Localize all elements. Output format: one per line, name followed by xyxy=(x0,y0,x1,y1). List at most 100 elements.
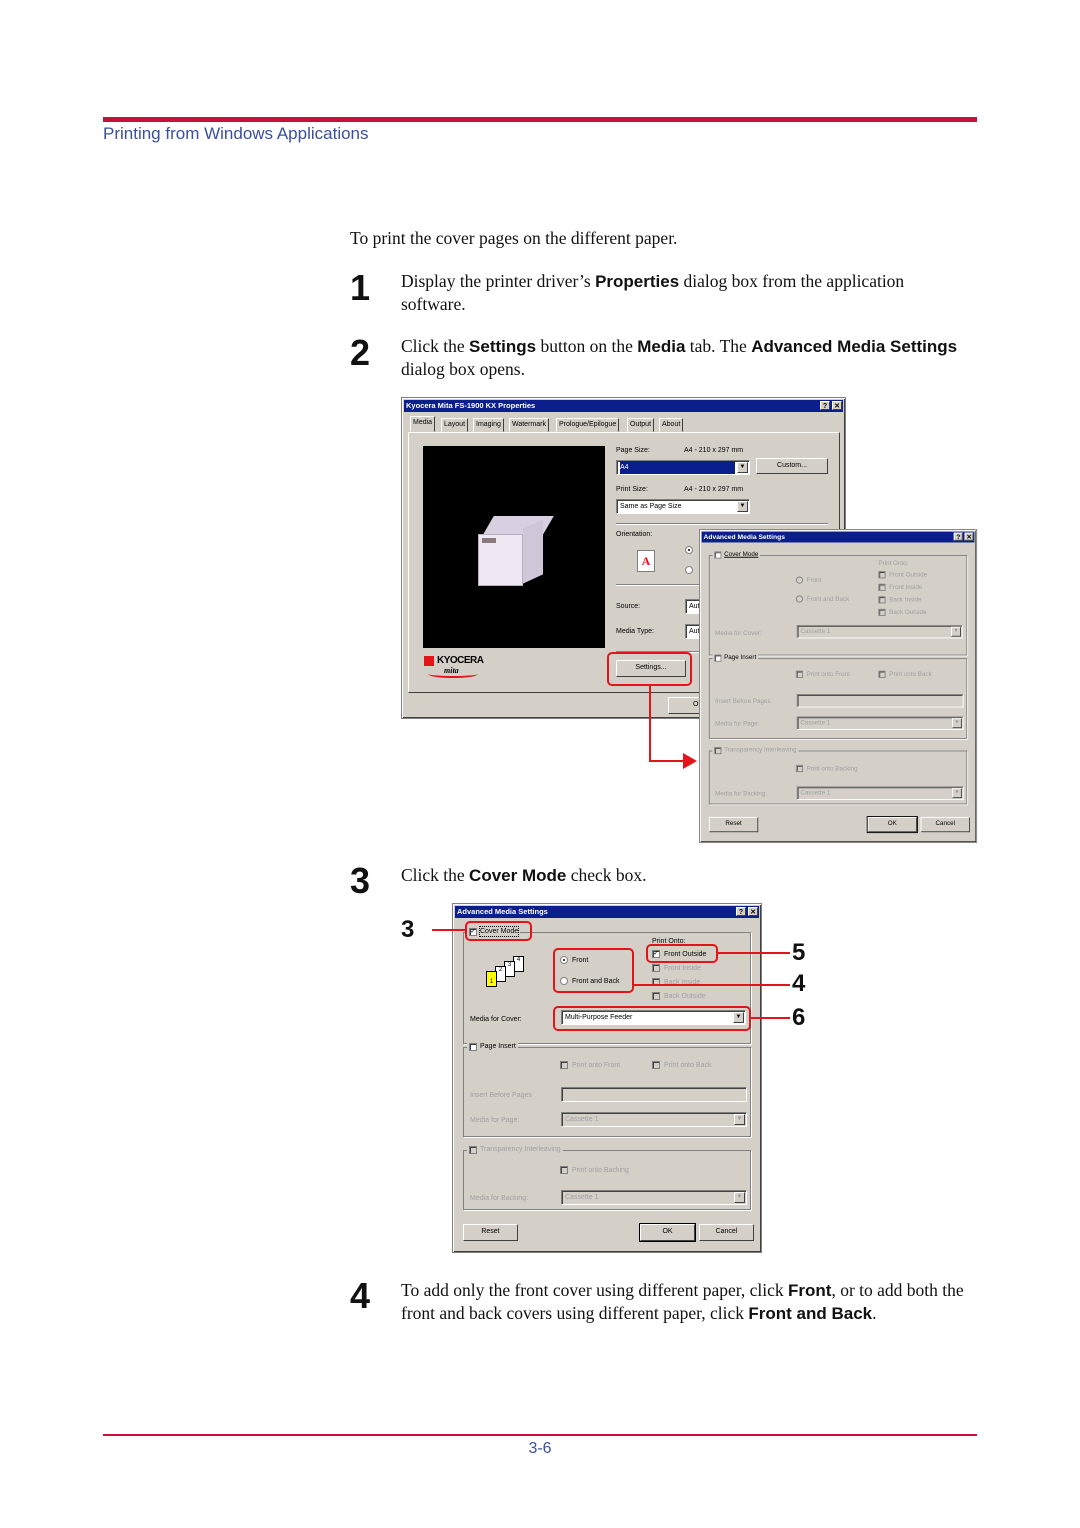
cover-mode-checkbox[interactable]: Cover Mode xyxy=(712,550,761,559)
cover-pages-icon: 4 3 2 1 xyxy=(485,956,527,992)
print-onto-front-checkbox[interactable] xyxy=(795,670,804,678)
tab-imaging[interactable]: Imaging xyxy=(473,418,504,432)
print-onto-back-checkbox[interactable] xyxy=(652,1061,660,1069)
tab-prologue-epilogue[interactable]: Prologue/Epilogue xyxy=(556,418,620,432)
back-outside-checkbox[interactable] xyxy=(878,608,886,617)
media-for-backing-select[interactable]: Cassette 1 ▼ xyxy=(561,1190,747,1205)
insert-before-pages-input[interactable] xyxy=(796,694,964,708)
tab-output[interactable]: Output xyxy=(627,418,655,432)
divider xyxy=(616,523,828,525)
callout-line xyxy=(649,760,685,762)
print-onto-backing-checkbox[interactable] xyxy=(560,1166,568,1174)
print-onto-front-checkbox[interactable] xyxy=(560,1061,568,1069)
help-icon[interactable]: ? xyxy=(953,532,963,541)
front-label: Front xyxy=(806,577,822,584)
chevron-down-icon[interactable]: ▼ xyxy=(951,718,962,729)
tab-about[interactable]: About xyxy=(659,418,684,432)
print-onto-back-checkbox[interactable] xyxy=(878,670,886,678)
intro-text: To print the cover pages on the differen… xyxy=(350,228,678,248)
tab-media[interactable]: Media xyxy=(410,416,436,432)
transparency-checkbox[interactable]: Transparency Interleaving xyxy=(467,1145,563,1154)
kyocera-mita-logo: KYOCERA mita xyxy=(424,654,484,684)
media-for-backing-label: Media for Backing: xyxy=(470,1195,528,1202)
ok-button[interactable]: OK xyxy=(866,816,918,834)
front-outside-callout-box xyxy=(646,944,718,963)
header-rule xyxy=(103,117,977,122)
chevron-down-icon[interactable]: ▼ xyxy=(734,1192,745,1203)
cover-mode-callout-box xyxy=(465,921,532,941)
page-size-value: A4 - 210 x 297 mm xyxy=(684,447,744,454)
page-size-select[interactable]: A4 ▼ xyxy=(616,460,750,475)
front-outside-checkbox[interactable] xyxy=(878,571,886,579)
cover-mode-group xyxy=(708,555,968,656)
source-label: Source: xyxy=(616,603,641,610)
landscape-radio[interactable] xyxy=(685,566,693,574)
chevron-down-icon[interactable]: ▼ xyxy=(734,1114,745,1125)
close-icon[interactable]: ✕ xyxy=(964,532,974,541)
chevron-down-icon[interactable]: ▼ xyxy=(737,462,748,473)
insert-before-pages-input[interactable] xyxy=(561,1087,747,1102)
reset-button[interactable]: Reset xyxy=(708,816,759,833)
chevron-down-icon[interactable]: ▼ xyxy=(737,501,748,512)
chevron-down-icon[interactable]: ▼ xyxy=(951,626,961,637)
print-onto-back-label: Print onto Back xyxy=(889,671,932,678)
media-for-cover-select[interactable]: Cassette 1 ▼ xyxy=(796,624,963,639)
close-icon[interactable]: ✕ xyxy=(748,907,758,916)
callout-line xyxy=(432,929,466,931)
reset-button[interactable]: Reset xyxy=(463,1224,518,1241)
print-onto-backing-checkbox[interactable] xyxy=(795,764,804,773)
back-inside-checkbox[interactable] xyxy=(878,596,886,604)
step-text: Click the Cover Mode check box. xyxy=(401,865,647,885)
step-number: 4 xyxy=(350,1275,371,1316)
print-size-value: A4 - 210 x 297 mm xyxy=(684,486,744,493)
callout-line xyxy=(649,686,651,762)
print-size-select[interactable]: Same as Page Size ▼ xyxy=(616,499,750,514)
insert-before-pages-label: Insert Before Pages xyxy=(470,1092,532,1099)
front-and-back-label: Front and Back xyxy=(806,596,850,603)
media-for-page-select[interactable]: Cassette 1 ▼ xyxy=(796,716,964,730)
page-size-label: Page Size: xyxy=(616,447,650,454)
callout-number: 3 xyxy=(401,916,415,943)
transparency-checkbox[interactable]: Transparency Interleaving xyxy=(712,746,799,755)
help-icon[interactable]: ? xyxy=(820,401,830,410)
close-icon[interactable]: ✕ xyxy=(832,401,842,410)
page-insert-checkbox[interactable]: Page Insert xyxy=(467,1042,518,1051)
orientation-label: Orientation: xyxy=(616,531,653,538)
callout-number: 4 xyxy=(792,970,806,997)
page-number: 3-6 xyxy=(528,1440,552,1457)
callout-number: 6 xyxy=(792,1004,806,1031)
media-for-page-select[interactable]: Cassette 1 ▼ xyxy=(561,1112,747,1127)
chevron-down-icon[interactable]: ▼ xyxy=(951,788,962,799)
back-inside-label: Back Inside xyxy=(889,597,922,604)
custom-button[interactable]: Custom... xyxy=(756,458,828,474)
help-icon[interactable]: ? xyxy=(736,907,746,916)
printer-preview xyxy=(423,446,605,648)
back-outside-checkbox[interactable] xyxy=(652,992,660,1000)
page-insert-checkbox[interactable]: Page Insert xyxy=(712,653,759,662)
front-inside-checkbox[interactable] xyxy=(878,583,886,591)
print-onto-backing-label: Print onto Backing xyxy=(572,1167,629,1174)
front-inside-checkbox[interactable] xyxy=(652,964,660,972)
cancel-button[interactable]: Cancel xyxy=(699,1224,754,1241)
running-header: Printing from Windows Applications xyxy=(103,124,369,143)
print-size-label: Print Size: xyxy=(616,486,648,493)
step-number: 1 xyxy=(350,267,371,308)
front-inside-label: Front Inside xyxy=(889,584,923,591)
ok-button[interactable]: OK xyxy=(639,1223,696,1242)
callout-line xyxy=(634,984,790,986)
front-radio[interactable] xyxy=(795,576,804,584)
tab-layout[interactable]: Layout xyxy=(441,418,469,432)
media-for-cover-label: Media for Cover: xyxy=(715,630,762,637)
media-for-backing-label: Media for Backing: xyxy=(715,790,768,798)
tab-watermark[interactable]: Watermark xyxy=(509,418,549,432)
cancel-button[interactable]: Cancel xyxy=(920,816,970,833)
media-for-backing-select[interactable]: Cassette 1 ▼ xyxy=(796,786,964,800)
front-outside-label: Front Outside xyxy=(889,572,928,579)
step-text: Click the Settings button on the Media t… xyxy=(401,336,958,379)
step-text: Display the printer driver’s Properties … xyxy=(401,271,905,314)
arrow-right-icon xyxy=(683,753,697,769)
front-and-back-radio[interactable] xyxy=(795,595,804,603)
back-outside-label: Back Outside xyxy=(664,993,706,1000)
portrait-radio[interactable] xyxy=(685,546,693,554)
print-onto-front-label: Print onto Front xyxy=(572,1062,621,1069)
